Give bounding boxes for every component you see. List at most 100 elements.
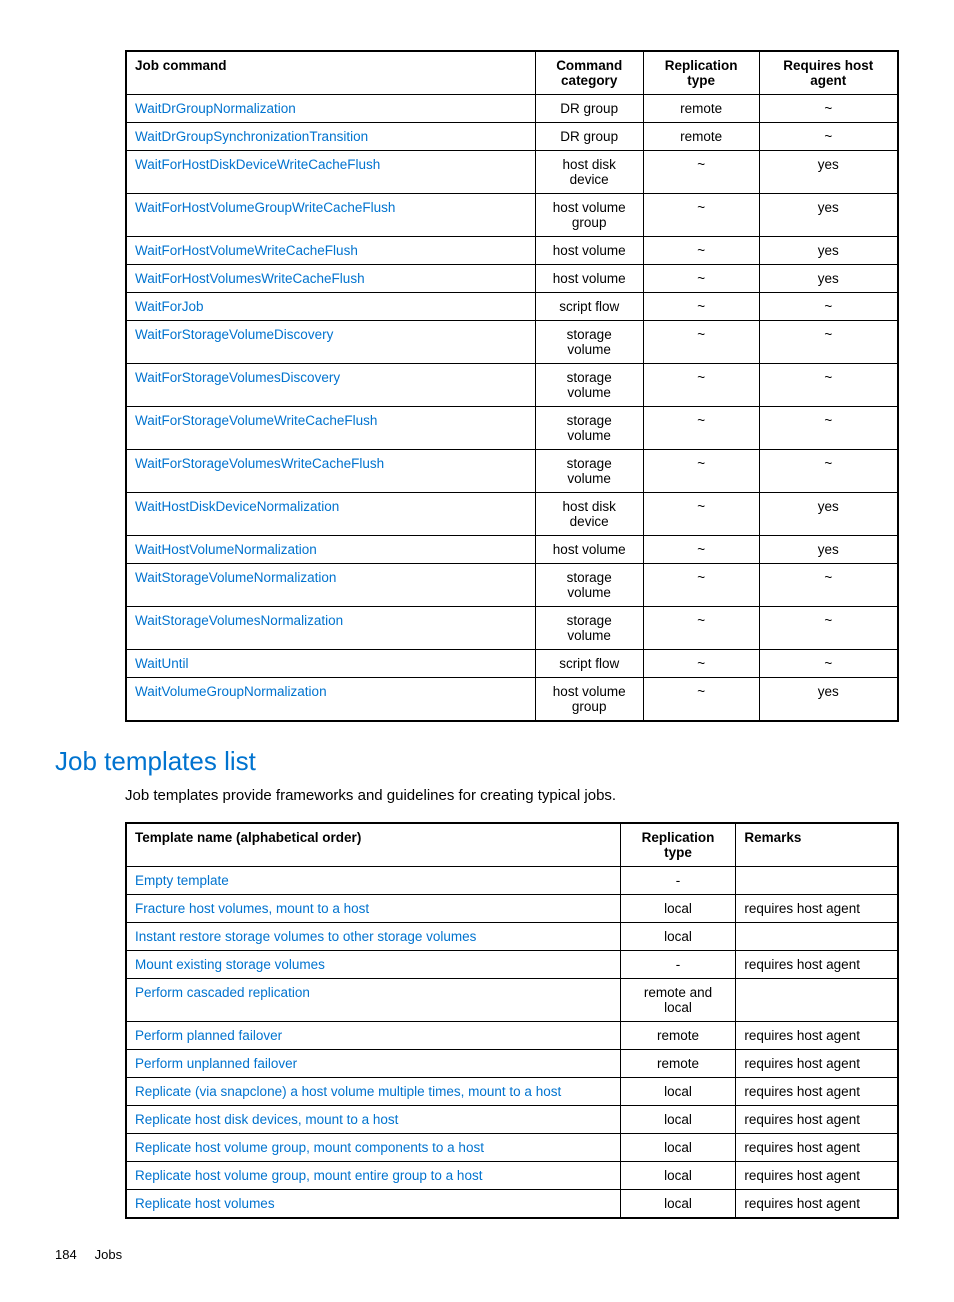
table-row: WaitStorageVolumesNormalization storage v…: [126, 607, 898, 650]
job-command-link[interactable]: WaitStorageVolumesNormalization: [135, 613, 343, 628]
table-row: Replicate (via snapclone) a host volume …: [126, 1078, 898, 1106]
job-command-link[interactable]: WaitForStorageVolumeDiscovery: [135, 327, 333, 342]
section-intro: Job templates provide frameworks and gui…: [125, 787, 899, 804]
template-link[interactable]: Replicate host volume group, mount compo…: [135, 1140, 484, 1155]
cell-replication-type: ~: [643, 364, 759, 407]
cell-replication-type: ~: [643, 321, 759, 364]
cell-command-category: storage volume: [535, 564, 643, 607]
table-row: WaitForStorageVolumesWriteCacheFlushstor…: [126, 450, 898, 493]
table-row: Empty template-: [126, 867, 898, 895]
job-command-table: Job command Command category Replication…: [125, 50, 899, 722]
cell-replication-type: local: [620, 895, 736, 923]
table-header-row: Template name (alphabetical order) Repli…: [126, 823, 898, 867]
cell-command-category: host volume: [535, 536, 643, 564]
cell-requires-host-agent: yes: [759, 237, 898, 265]
table-row: Fracture host volumes, mount to a host lo…: [126, 895, 898, 923]
job-templates-table: Template name (alphabetical order) Repli…: [125, 822, 899, 1219]
cell-replication-type: remote: [620, 1050, 736, 1078]
cell-remarks: requires host agent: [736, 1050, 898, 1078]
section-heading-job-templates: Job templates list: [55, 746, 899, 777]
cell-replication-type: local: [620, 1190, 736, 1219]
cell-replication-type: remote: [643, 95, 759, 123]
table-row: WaitHostDiskDeviceNormalization host disk…: [126, 493, 898, 536]
footer-section-name: Jobs: [95, 1247, 122, 1262]
job-command-link[interactable]: WaitForHostVolumesWriteCacheFlush: [135, 271, 365, 286]
cell-requires-host-agent: ~: [759, 607, 898, 650]
table-row: WaitForStorageVolumesDiscoverystorage vo…: [126, 364, 898, 407]
job-command-link[interactable]: WaitForStorageVolumeWriteCacheFlush: [135, 413, 377, 428]
job-command-link[interactable]: WaitUntil: [135, 656, 189, 671]
cell-replication-type: ~: [643, 151, 759, 194]
template-link[interactable]: Perform cascaded replication: [135, 985, 310, 1000]
job-command-link[interactable]: WaitDrGroupSynchronizationTransition: [135, 129, 368, 144]
cell-command-category: script flow: [535, 650, 643, 678]
job-command-link[interactable]: WaitForJob: [135, 299, 204, 314]
cell-requires-host-agent: ~: [759, 95, 898, 123]
job-command-link[interactable]: WaitForStorageVolumesDiscovery: [135, 370, 340, 385]
col-header-template-name: Template name (alphabetical order): [126, 823, 620, 867]
cell-requires-host-agent: ~: [759, 450, 898, 493]
cell-replication-type: remote: [620, 1022, 736, 1050]
template-link[interactable]: Empty template: [135, 873, 229, 888]
cell-command-category: storage volume: [535, 321, 643, 364]
cell-replication-type: ~: [643, 407, 759, 450]
cell-requires-host-agent: yes: [759, 151, 898, 194]
cell-requires-host-agent: ~: [759, 123, 898, 151]
cell-requires-host-agent: ~: [759, 650, 898, 678]
cell-replication-type: ~: [643, 678, 759, 722]
table-row: Replicate host volumes localrequires host…: [126, 1190, 898, 1219]
table-row: WaitUntilscript flow~~: [126, 650, 898, 678]
template-link[interactable]: Fracture host volumes, mount to a host: [135, 901, 369, 916]
table-row: WaitForHostVolumeWriteCacheFlushhost vol…: [126, 237, 898, 265]
template-link[interactable]: Perform planned failover: [135, 1028, 282, 1043]
job-command-link[interactable]: WaitForStorageVolumesWriteCacheFlush: [135, 456, 384, 471]
cell-command-category: host volume group: [535, 194, 643, 237]
table-row: WaitForHostVolumesWriteCacheFlush host vo…: [126, 265, 898, 293]
cell-requires-host-agent: yes: [759, 194, 898, 237]
col-header-command-category: Command category: [535, 51, 643, 95]
cell-replication-type: local: [620, 923, 736, 951]
cell-command-category: host volume: [535, 265, 643, 293]
template-link[interactable]: Replicate host disk devices, mount to a …: [135, 1112, 398, 1127]
table-header-row: Job command Command category Replication…: [126, 51, 898, 95]
template-link[interactable]: Instant restore storage volumes to other…: [135, 929, 476, 944]
template-link[interactable]: Replicate host volume group, mount entir…: [135, 1168, 482, 1183]
job-command-link[interactable]: WaitHostVolumeNormalization: [135, 542, 317, 557]
cell-replication-type: -: [620, 951, 736, 979]
cell-remarks: requires host agent: [736, 1190, 898, 1219]
job-command-link[interactable]: WaitForHostVolumeWriteCacheFlush: [135, 243, 358, 258]
job-command-link[interactable]: WaitForHostDiskDeviceWriteCacheFlush: [135, 157, 380, 172]
cell-requires-host-agent: ~: [759, 564, 898, 607]
template-link[interactable]: Replicate (via snapclone) a host volume …: [135, 1084, 561, 1099]
job-command-link[interactable]: WaitDrGroupNormalization: [135, 101, 296, 116]
job-command-link[interactable]: WaitHostDiskDeviceNormalization: [135, 499, 339, 514]
job-command-link[interactable]: WaitForHostVolumeGroupWriteCacheFlush: [135, 200, 395, 215]
cell-replication-type: ~: [643, 536, 759, 564]
col-header-replication-type: Replication type: [620, 823, 736, 867]
cell-command-category: host volume group: [535, 678, 643, 722]
cell-command-category: host disk device: [535, 493, 643, 536]
cell-remarks: requires host agent: [736, 1078, 898, 1106]
cell-replication-type: ~: [643, 493, 759, 536]
cell-requires-host-agent: ~: [759, 407, 898, 450]
cell-replication-type: local: [620, 1106, 736, 1134]
cell-remarks: requires host agent: [736, 1162, 898, 1190]
cell-command-category: storage volume: [535, 407, 643, 450]
table-row: WaitForJobscript flow~~: [126, 293, 898, 321]
cell-remarks: [736, 923, 898, 951]
cell-remarks: requires host agent: [736, 1134, 898, 1162]
table-row: WaitForStorageVolumeWriteCacheFlush stora…: [126, 407, 898, 450]
job-command-link[interactable]: WaitStorageVolumeNormalization: [135, 570, 336, 585]
cell-replication-type: local: [620, 1078, 736, 1106]
cell-replication-type: local: [620, 1134, 736, 1162]
cell-command-category: storage volume: [535, 607, 643, 650]
cell-replication-type: ~: [643, 607, 759, 650]
cell-replication-type: ~: [643, 194, 759, 237]
template-link[interactable]: Mount existing storage volumes: [135, 957, 325, 972]
template-link[interactable]: Replicate host volumes: [135, 1196, 275, 1211]
template-link[interactable]: Perform unplanned failover: [135, 1056, 297, 1071]
cell-requires-host-agent: yes: [759, 678, 898, 722]
col-header-remarks: Remarks: [736, 823, 898, 867]
cell-replication-type: remote: [643, 123, 759, 151]
job-command-link[interactable]: WaitVolumeGroupNormalization: [135, 684, 327, 699]
